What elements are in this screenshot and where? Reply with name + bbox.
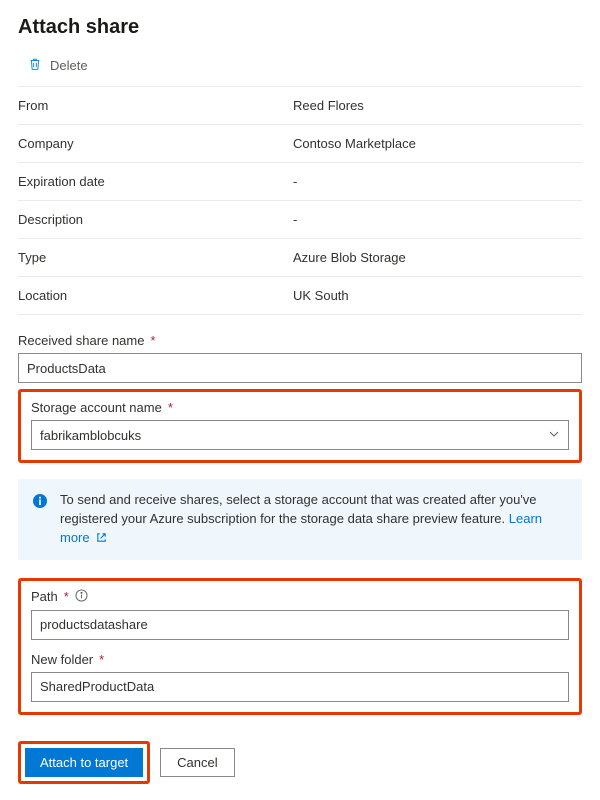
external-link-icon — [93, 530, 107, 545]
detail-value: - — [293, 212, 582, 227]
path-folder-highlight: Path * New folder * — [18, 578, 582, 715]
detail-row: From Reed Flores — [18, 87, 582, 125]
storage-account-name-label: Storage account name * — [31, 400, 569, 415]
detail-label: Description — [18, 212, 293, 227]
detail-label: Expiration date — [18, 174, 293, 189]
detail-label: Company — [18, 136, 293, 151]
path-label: Path * — [31, 589, 569, 605]
storage-account-highlight: Storage account name * fabrikamblobcuks — [18, 389, 582, 463]
storage-account-name-value: fabrikamblobcuks — [40, 428, 141, 443]
detail-row: Expiration date - — [18, 163, 582, 201]
new-folder-label: New folder * — [31, 652, 569, 667]
detail-label: Type — [18, 250, 293, 265]
required-asterisk: * — [99, 652, 104, 667]
chevron-down-icon — [548, 428, 560, 443]
detail-value: Reed Flores — [293, 98, 582, 113]
new-folder-input[interactable] — [31, 672, 569, 702]
detail-row: Type Azure Blob Storage — [18, 239, 582, 277]
required-asterisk: * — [150, 333, 155, 348]
trash-icon — [28, 57, 42, 74]
info-callout: To send and receive shares, select a sto… — [18, 479, 582, 560]
detail-label: From — [18, 98, 293, 113]
delete-label: Delete — [50, 58, 88, 73]
detail-value: Contoso Marketplace — [293, 136, 582, 151]
info-text: To send and receive shares, select a sto… — [60, 492, 537, 526]
detail-value: - — [293, 174, 582, 189]
attach-button-highlight: Attach to target — [18, 741, 150, 784]
received-share-name-input[interactable] — [18, 353, 582, 383]
required-asterisk: * — [64, 589, 69, 604]
attach-to-target-button[interactable]: Attach to target — [25, 748, 143, 777]
detail-value: Azure Blob Storage — [293, 250, 582, 265]
cancel-button[interactable]: Cancel — [160, 748, 234, 777]
details-table: From Reed Flores Company Contoso Marketp… — [18, 87, 582, 315]
received-share-name-label: Received share name * — [18, 333, 582, 348]
info-tip-icon[interactable] — [75, 589, 88, 605]
detail-row: Company Contoso Marketplace — [18, 125, 582, 163]
detail-label: Location — [18, 288, 293, 303]
required-asterisk: * — [168, 400, 173, 415]
delete-button[interactable]: Delete — [24, 55, 92, 76]
detail-value: UK South — [293, 288, 582, 303]
detail-row: Description - — [18, 201, 582, 239]
detail-row: Location UK South — [18, 277, 582, 315]
storage-account-name-select[interactable]: fabrikamblobcuks — [31, 420, 569, 450]
page-title: Attach share — [18, 16, 582, 39]
info-icon — [32, 491, 48, 515]
path-input[interactable] — [31, 610, 569, 640]
